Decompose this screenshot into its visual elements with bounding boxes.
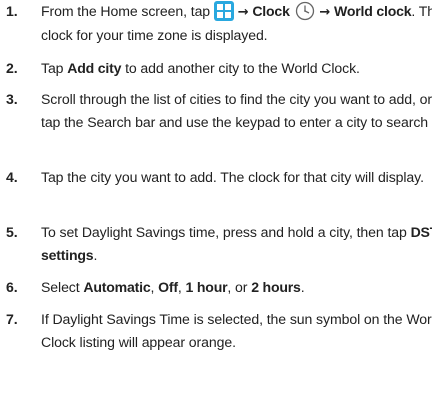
arrow-icon: → <box>319 5 331 20</box>
step-1: 1. From the Home screen, tap → Clock → W… <box>4 0 432 47</box>
clock-icon <box>295 1 314 21</box>
option-off: Off <box>158 279 178 295</box>
option-2-hours: 2 hours <box>251 279 301 295</box>
step-text: Tap <box>41 60 68 76</box>
step-text: To set Daylight Savings time, press and … <box>41 224 411 240</box>
step-text: . <box>93 247 98 263</box>
add-city-label: Add city <box>67 60 122 76</box>
step-text: Select <box>41 279 84 295</box>
step-number: 2. <box>6 60 18 76</box>
separator: . <box>300 279 305 295</box>
step-number: 3. <box>6 91 18 107</box>
step-number: 5. <box>6 224 18 240</box>
world-clock-label: World clock <box>334 3 412 19</box>
step-text: If Daylight Savings Time is selected, th… <box>41 311 432 350</box>
step-text: to add another city to the World Clock. <box>121 60 360 76</box>
step-2: 2. Tap Add city to add another city to t… <box>4 57 432 80</box>
step-7: 7. If Daylight Savings Time is selected,… <box>4 308 432 354</box>
step-number: 1. <box>6 3 18 19</box>
clock-label: Clock <box>252 3 290 19</box>
step-6: 6. Select Automatic, Off, 1 hour, or 2 h… <box>4 276 432 299</box>
separator: , <box>177 279 186 295</box>
step-text: Tap the city you want to add. The clock … <box>41 169 424 185</box>
step-5: 5. To set Daylight Savings time, press a… <box>4 221 432 267</box>
step-text: Scroll through the list of cities to fin… <box>41 91 432 130</box>
separator: , <box>150 279 159 295</box>
step-number: 7. <box>6 311 18 327</box>
option-1-hour: 1 hour <box>185 279 228 295</box>
step-number: 4. <box>6 169 18 185</box>
step-number: 6. <box>6 279 18 295</box>
option-automatic: Automatic <box>83 279 151 295</box>
apps-grid-icon <box>213 1 234 21</box>
step-text: From the Home screen, tap <box>41 3 211 19</box>
step-3: 3. Scroll through the list of cities to … <box>4 88 432 134</box>
separator: , or <box>227 279 252 295</box>
arrow-icon: → <box>237 5 249 20</box>
step-4: 4. Tap the city you want to add. The clo… <box>4 166 432 189</box>
